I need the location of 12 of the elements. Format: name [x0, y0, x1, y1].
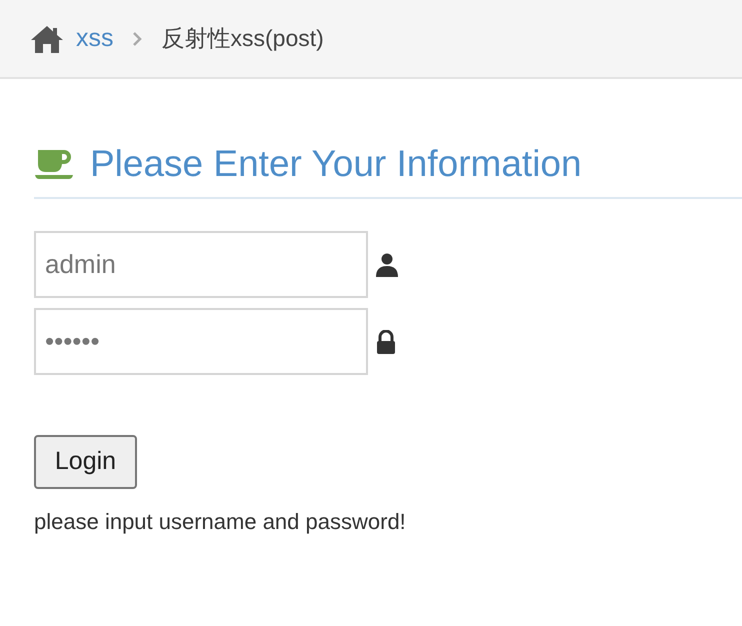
login-button[interactable]: Login — [34, 435, 137, 489]
user-icon — [376, 252, 398, 276]
input-field[interactable]: •••••• — [34, 308, 368, 375]
home-icon[interactable] — [30, 24, 64, 52]
lock-icon — [376, 330, 396, 354]
input-field[interactable]: admin — [34, 231, 368, 298]
breadcrumb-current: 反射性xss(post) — [162, 24, 324, 54]
cup-icon — [34, 148, 74, 180]
page-heading: Please Enter Your Information — [90, 142, 582, 186]
breadcrumb-link[interactable]: xss — [76, 20, 114, 58]
status-message: please input username and password! — [34, 508, 407, 536]
chevron-icon — [132, 30, 142, 46]
